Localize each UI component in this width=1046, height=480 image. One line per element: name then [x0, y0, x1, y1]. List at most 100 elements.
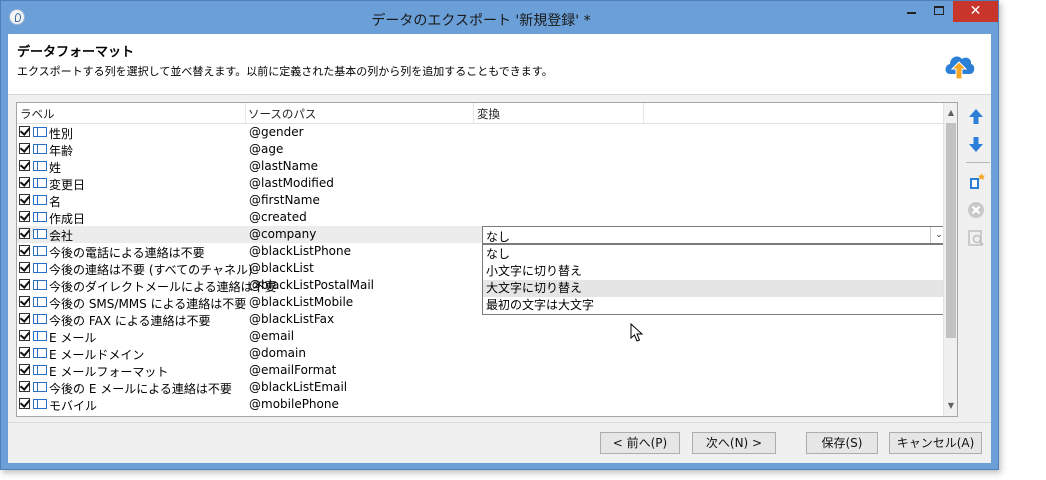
- column-header-source[interactable]: ソースのパス: [248, 106, 316, 122]
- row-label: 姓: [49, 161, 62, 175]
- table-row[interactable]: モバイル @mobilePhone: [17, 396, 943, 413]
- row-label: 今後の SMS/MMS による連絡は不要: [49, 297, 247, 311]
- table-row[interactable]: 名 @firstName: [17, 192, 943, 209]
- column-icon: [33, 178, 47, 188]
- column-grid[interactable]: ラベル ソースのパス 変換 性別 @gender 年齢 @age 姓 @lastName 変…: [16, 102, 958, 417]
- row-source-path: @emailFormat: [249, 363, 337, 377]
- row-label: 作成日: [49, 212, 86, 226]
- page-title: データフォーマット: [17, 45, 135, 60]
- row-checkbox[interactable]: [19, 194, 30, 205]
- row-checkbox[interactable]: [19, 143, 30, 154]
- row-checkbox[interactable]: [19, 330, 30, 341]
- preview-icon[interactable]: [966, 228, 986, 248]
- row-checkbox[interactable]: [19, 381, 30, 392]
- transform-select-value: なし: [486, 230, 511, 244]
- dialog-client-area: データフォーマット エクスポートする列を選択して並べ替えます。以前に定義された基…: [8, 34, 991, 463]
- column-icon: [33, 127, 47, 137]
- scroll-up-icon[interactable]: ▲: [944, 105, 957, 121]
- row-checkbox[interactable]: [19, 211, 30, 222]
- next-button[interactable]: 次へ(N) >: [692, 432, 776, 454]
- row-source-path: @created: [249, 210, 307, 224]
- row-checkbox[interactable]: [19, 228, 30, 239]
- window-title: データのエクスポート '新規登録' *: [371, 13, 591, 29]
- move-down-icon[interactable]: [966, 134, 986, 154]
- row-label: E メール: [49, 331, 97, 345]
- row-checkbox[interactable]: [19, 398, 30, 409]
- row-checkbox[interactable]: [19, 160, 30, 171]
- column-icon: [33, 246, 47, 256]
- prev-button[interactable]: < 前へ(P): [600, 432, 680, 454]
- dropdown-option-capitalize[interactable]: 最初の文字は大文字: [483, 297, 947, 314]
- scroll-down-icon[interactable]: ▼: [944, 398, 957, 414]
- table-row[interactable]: 性別 @gender: [17, 124, 943, 141]
- cancel-button[interactable]: キャンセル(A): [889, 432, 982, 454]
- maximize-button[interactable]: [925, 1, 953, 22]
- row-checkbox[interactable]: [19, 262, 30, 273]
- column-divider[interactable]: [473, 103, 474, 123]
- row-source-path: @gender: [249, 125, 304, 139]
- column-icon: [33, 144, 47, 154]
- vertical-scrollbar[interactable]: ▲ ▼: [943, 103, 957, 416]
- row-source-path: @firstName: [249, 193, 320, 207]
- transform-select[interactable]: なし ⌄: [482, 226, 948, 244]
- row-label: 今後の電話による連絡は不要: [49, 246, 205, 260]
- delete-icon[interactable]: [966, 200, 986, 220]
- row-source-path: @email: [249, 329, 295, 343]
- footer-divider: [8, 422, 991, 423]
- row-source-path: @mobilePhone: [249, 397, 339, 411]
- column-divider[interactable]: [245, 103, 246, 123]
- row-label: 会社: [49, 229, 74, 243]
- row-label: E メールドメイン: [49, 348, 145, 362]
- toolbar-divider: [966, 162, 990, 163]
- column-icon: [33, 365, 47, 375]
- row-source-path: @age: [249, 142, 284, 156]
- dropdown-option-lowercase[interactable]: 小文字に切り替え: [483, 263, 947, 280]
- minimize-button[interactable]: [897, 1, 925, 22]
- row-checkbox[interactable]: [19, 347, 30, 358]
- column-header-label[interactable]: ラベル: [20, 106, 55, 122]
- table-row[interactable]: 姓 @lastName: [17, 158, 943, 175]
- add-column-icon[interactable]: [966, 172, 986, 192]
- dropdown-option-none[interactable]: なし: [483, 246, 947, 263]
- table-row[interactable]: 年齢 @age: [17, 141, 943, 158]
- column-header-transform[interactable]: 変換: [477, 106, 500, 122]
- mouse-pointer-icon: [630, 323, 644, 342]
- column-icon: [33, 212, 47, 222]
- table-row[interactable]: E メール @email: [17, 328, 943, 345]
- export-dialog-window: データのエクスポート '新規登録' * ✕ データフォーマット エクスポートする…: [0, 0, 999, 470]
- close-button[interactable]: ✕: [953, 1, 998, 22]
- table-row[interactable]: 作成日 @created: [17, 209, 943, 226]
- row-checkbox[interactable]: [19, 313, 30, 324]
- page-header: データフォーマット エクスポートする列を選択して並べ替えます。以前に定義された基…: [8, 34, 991, 95]
- grid-header: ラベル ソースのパス 変換: [17, 103, 943, 124]
- table-row[interactable]: E メールフォーマット @emailFormat: [17, 362, 943, 379]
- table-row[interactable]: 今後の E メールによる連絡は不要 @blackListEmail: [17, 379, 943, 396]
- move-up-icon[interactable]: [966, 107, 986, 127]
- row-label: 性別: [49, 127, 74, 141]
- column-icon: [33, 161, 47, 171]
- dropdown-option-uppercase[interactable]: 大文字に切り替え: [483, 280, 947, 297]
- row-label: 今後の E メールによる連絡は不要: [49, 382, 232, 396]
- row-checkbox[interactable]: [19, 126, 30, 137]
- row-checkbox[interactable]: [19, 296, 30, 307]
- row-checkbox[interactable]: [19, 364, 30, 375]
- title-bar[interactable]: データのエクスポート '新規登録' * ✕: [1, 1, 998, 35]
- save-button[interactable]: 保存(S): [806, 432, 878, 454]
- transform-dropdown-list[interactable]: なし 小文字に切り替え 大文字に切り替え 最初の文字は大文字: [482, 244, 948, 315]
- table-row[interactable]: E メールドメイン @domain: [17, 345, 943, 362]
- table-row[interactable]: 変更日 @lastModified: [17, 175, 943, 192]
- row-checkbox[interactable]: [19, 279, 30, 290]
- row-checkbox[interactable]: [19, 245, 30, 256]
- scrollbar-thumb[interactable]: [946, 123, 956, 338]
- row-source-path: @lastName: [249, 159, 319, 173]
- cloud-upload-icon: [945, 56, 975, 80]
- row-source-path: @blackList: [249, 261, 314, 275]
- column-icon: [33, 399, 47, 409]
- row-checkbox[interactable]: [19, 177, 30, 188]
- column-divider[interactable]: [643, 103, 644, 123]
- row-source-path: @domain: [249, 346, 306, 360]
- row-label: モバイル: [49, 399, 98, 413]
- column-icon: [33, 263, 47, 273]
- column-icon: [33, 348, 47, 358]
- row-label: 今後のダイレクトメールによる連絡は不要: [49, 280, 277, 294]
